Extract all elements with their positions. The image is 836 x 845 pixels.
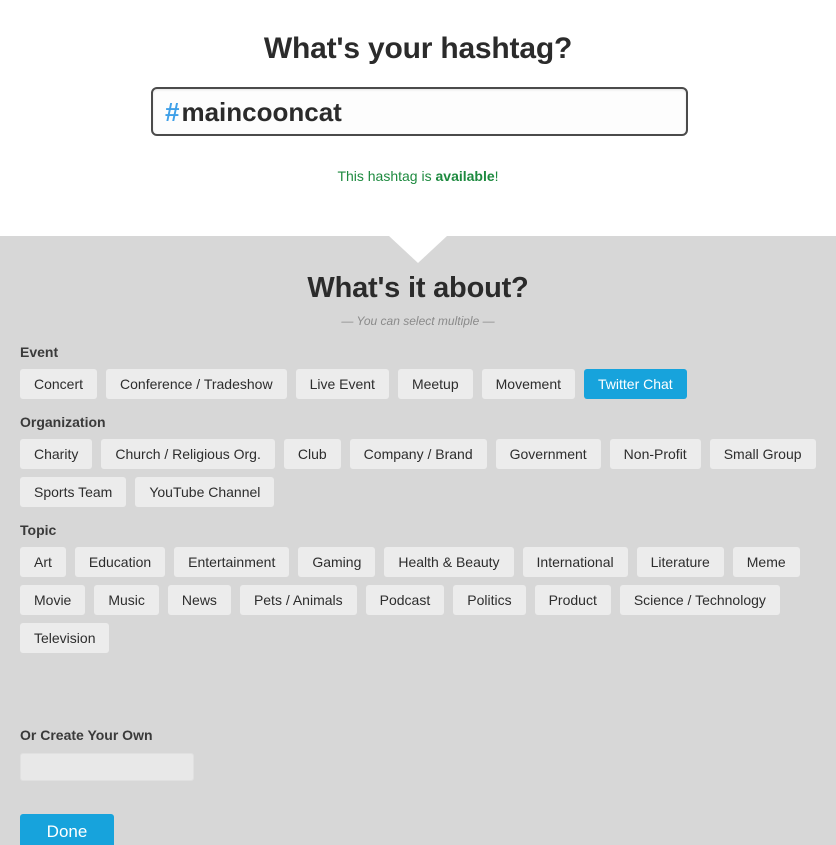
hashtag-input[interactable]: # maincooncat (151, 87, 688, 136)
category-tag[interactable]: Entertainment (174, 547, 290, 577)
hashtag-setup-page: What's your hashtag? # maincooncat This … (0, 0, 836, 845)
category-tag[interactable]: Product (534, 585, 611, 615)
hash-icon: # (165, 96, 180, 127)
category-tag[interactable]: Literature (636, 547, 724, 577)
category-tag[interactable]: Sports Team (20, 477, 127, 507)
category-tag[interactable]: Movement (481, 369, 575, 399)
create-own-input[interactable] (20, 753, 194, 781)
category-group: Organization Charity Church / Religious Or… (20, 414, 820, 507)
hashtag-panel: What's your hashtag? # maincooncat This … (0, 0, 836, 236)
create-own-label: Or Create Your Own (20, 727, 153, 743)
category-tag[interactable]: News (167, 585, 231, 615)
category-group-label: Topic (20, 522, 57, 538)
create-own-section: Or Create Your Own (20, 727, 420, 781)
page-title: What's your hashtag? (263, 32, 573, 65)
category-group: Event Concert Conference / Tradeshow Live E… (20, 344, 820, 399)
category-tag[interactable]: Charity (20, 439, 93, 469)
category-tag[interactable]: Company / Brand (349, 439, 487, 469)
category-tag[interactable]: Science / Technology (619, 585, 780, 615)
category-tag[interactable]: Television (20, 623, 110, 653)
tag-list: Art Education Entertainment Gaming Health & … (20, 547, 816, 653)
category-tag[interactable]: Church / Religious Org. (101, 439, 275, 469)
category-tag[interactable]: YouTube Channel (135, 477, 275, 507)
hashtag-input-value[interactable]: maincooncat (181, 99, 341, 125)
panel-notch-icon (389, 236, 447, 263)
about-title: What's it about? (307, 272, 529, 304)
category-tag[interactable]: Pets / Animals (239, 585, 357, 615)
category-tag[interactable]: Education (74, 547, 166, 577)
category-tag[interactable]: Small Group (709, 439, 816, 469)
category-tag[interactable]: Live Event (295, 369, 389, 399)
tag-list: Concert Conference / Tradeshow Live Event M… (20, 369, 816, 399)
availability-prefix: This hashtag is (337, 168, 436, 184)
category-tag[interactable]: Health & Beauty (384, 547, 514, 577)
category-tag[interactable]: Conference / Tradeshow (106, 369, 287, 399)
category-tag[interactable]: Club (283, 439, 341, 469)
category-tag[interactable]: Twitter Chat (584, 369, 687, 399)
category-tag[interactable]: Meme (732, 547, 800, 577)
category-tag[interactable]: Politics (453, 585, 526, 615)
category-tag[interactable]: Meetup (397, 369, 473, 399)
category-group-label: Event (20, 344, 59, 360)
category-group-label: Organization (20, 414, 106, 430)
category-tag[interactable]: Music (94, 585, 159, 615)
category-tag[interactable]: Podcast (365, 585, 445, 615)
category-tag[interactable]: Government (495, 439, 601, 469)
tag-list: Charity Church / Religious Org. Club Compan… (20, 439, 816, 507)
availability-message: This hashtag is available! (0, 168, 836, 184)
done-button[interactable]: Done (20, 814, 114, 845)
category-tag[interactable]: International (522, 547, 628, 577)
category-group: Topic Art Education Entertainment Gaming Heal… (20, 522, 820, 653)
category-tag[interactable]: Gaming (298, 547, 376, 577)
availability-status: available (435, 168, 495, 184)
category-groups: Event Concert Conference / Tradeshow Live E… (20, 344, 820, 668)
category-tag[interactable]: Non-Profit (609, 439, 701, 469)
availability-suffix: ! (494, 168, 499, 184)
category-tag[interactable]: Concert (20, 369, 98, 399)
about-subtitle: — You can select multiple — (341, 314, 495, 328)
category-tag[interactable]: Movie (20, 585, 86, 615)
category-tag[interactable]: Art (20, 547, 66, 577)
